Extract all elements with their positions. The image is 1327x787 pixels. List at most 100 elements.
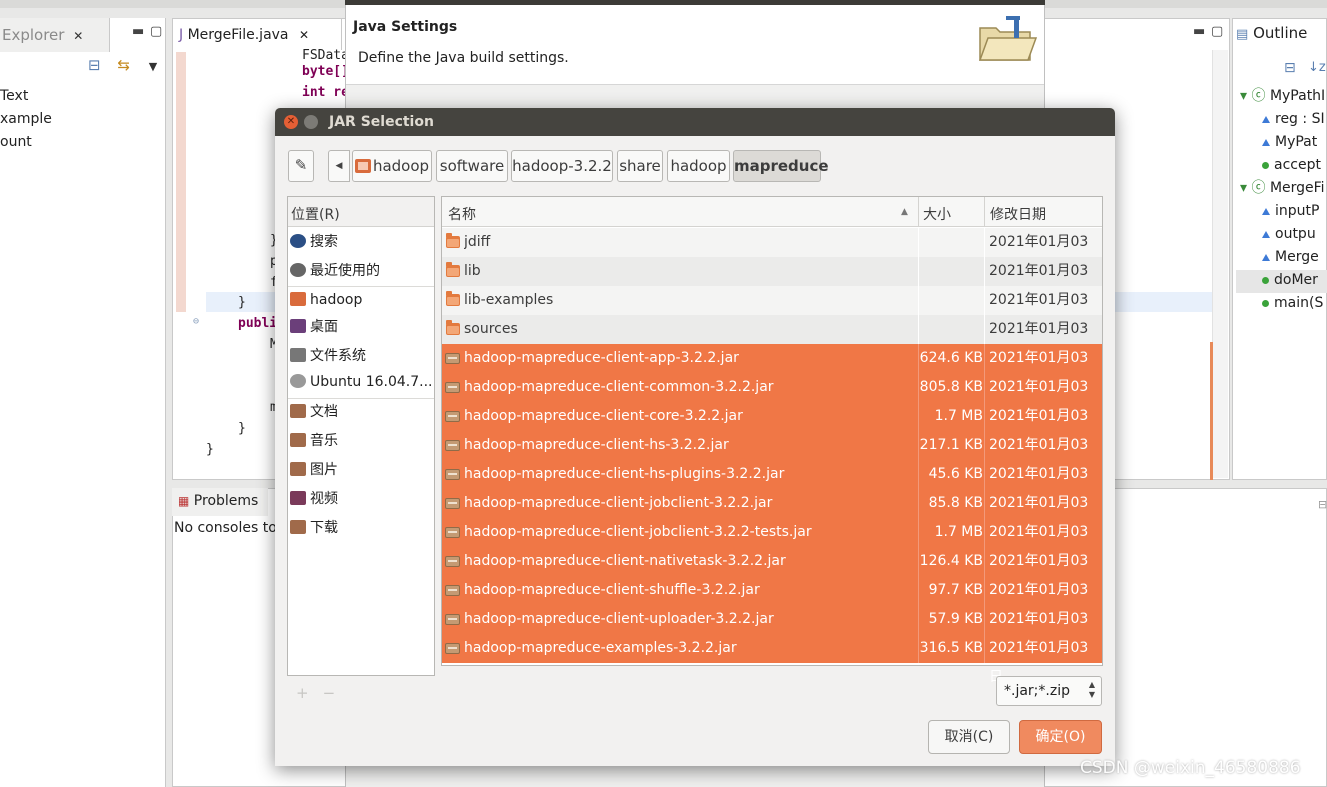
file-row[interactable]: jdiff2021年01月03日	[442, 228, 1102, 279]
jar-file-icon	[445, 614, 460, 625]
place-item[interactable]: 最近使用的	[290, 260, 380, 284]
file-row[interactable]: hadoop-mapreduce-examples-3.2.2.jar 316.5…	[442, 634, 1102, 685]
file-row[interactable]: hadoop-mapreduce-client-jobclient-3.2.2.…	[442, 489, 1102, 540]
file-name: hadoop-mapreduce-client-app-3.2.2.jar	[464, 350, 739, 366]
sort-ascending-icon: ▲	[901, 207, 908, 217]
file-row[interactable]: hadoop-mapreduce-client-app-3.2.2.jar 624…	[442, 344, 1102, 395]
place-item[interactable]: 视频	[290, 488, 338, 512]
place-item[interactable]: 图片	[290, 459, 338, 483]
place-item[interactable]: 文档	[290, 401, 338, 425]
outline-item-label: accept	[1274, 157, 1321, 173]
outline-item[interactable]: accept	[1236, 155, 1327, 178]
close-icon[interactable]: ✕	[284, 115, 298, 129]
maximize-icon[interactable]: ▢	[150, 24, 162, 39]
outline-item[interactable]: doMer	[1236, 270, 1327, 293]
column-name[interactable]: 名称	[448, 204, 476, 224]
file-name: hadoop-mapreduce-client-jobclient-3.2.2-…	[464, 524, 812, 540]
file-row[interactable]: hadoop-mapreduce-client-uploader-3.2.2.j…	[442, 605, 1102, 656]
console-menu-icon[interactable]: ⊟	[1318, 498, 1327, 511]
breadcrumb-home[interactable]: hadoop	[352, 150, 432, 182]
file-row[interactable]: hadoop-mapreduce-client-hs-plugins-3.2.2…	[442, 460, 1102, 511]
file-row[interactable]: hadoop-mapreduce-client-core-3.2.2.jar 1.…	[442, 402, 1102, 453]
type-location-button[interactable]: ✎	[288, 150, 314, 182]
file-size: 97.7 KB	[928, 582, 983, 598]
close-icon[interactable]: ✕	[73, 29, 83, 43]
cell-divider	[918, 228, 919, 257]
file-name: lib	[464, 263, 481, 279]
fold-icon[interactable]: ⊖	[193, 316, 199, 327]
link-editor-icon[interactable]: ⇆	[117, 56, 130, 74]
file-row[interactable]: lib2021年01月03日	[442, 257, 1102, 308]
place-item[interactable]: 文件系统	[290, 345, 366, 369]
sort-icon[interactable]: ↓z	[1308, 60, 1326, 75]
place-label: 最近使用的	[310, 263, 380, 279]
explorer-item[interactable]: xample	[0, 109, 166, 132]
place-item[interactable]: 搜索	[290, 231, 338, 255]
code-line: byte[]	[302, 64, 349, 79]
file-name: hadoop-mapreduce-client-hs-plugins-3.2.2…	[464, 466, 785, 482]
path-back-button[interactable]: ◀	[328, 150, 350, 182]
outline-item[interactable]: MyPat	[1236, 132, 1327, 155]
outline-item[interactable]: reg : SI	[1236, 109, 1327, 132]
ok-button[interactable]: 确定(O)	[1019, 720, 1102, 754]
file-row[interactable]: hadoop-mapreduce-client-jobclient-3.2.2-…	[442, 518, 1102, 569]
remove-bookmark-icon[interactable]: −	[323, 684, 350, 702]
close-icon[interactable]: ✕	[299, 28, 309, 42]
tab-outline[interactable]: ▤ Outline	[1236, 24, 1307, 42]
explorer-item[interactable]: Text	[0, 86, 166, 109]
file-row[interactable]: hadoop-mapreduce-client-nativetask-3.2.2…	[442, 547, 1102, 598]
jar-file-icon	[445, 411, 460, 422]
outline-item[interactable]: ▾ ⓒ MergeFi	[1236, 178, 1327, 201]
search-icon	[290, 234, 306, 248]
place-item[interactable]: 桌面	[290, 316, 338, 340]
file-row[interactable]: lib-examples2021年01月03日	[442, 286, 1102, 337]
outline-item[interactable]: outpu	[1236, 224, 1327, 247]
cell-divider	[918, 286, 919, 315]
file-row[interactable]: hadoop-mapreduce-client-hs-3.2.2.jar 217.…	[442, 431, 1102, 482]
explorer-toolbar: ⊟ ⇆ ▼	[88, 56, 166, 78]
breadcrumb-segment[interactable]: mapreduce	[733, 150, 829, 182]
outline-item[interactable]: main(S	[1236, 293, 1327, 316]
column-size[interactable]: 大小	[923, 204, 951, 224]
file-filter-select[interactable]: *.jar;*.zip ▲ ▼	[996, 676, 1102, 706]
folder-open-icon	[978, 16, 1038, 61]
outline-item[interactable]: ▾ ⓒ MyPathI	[1236, 86, 1327, 109]
add-bookmark-icon[interactable]: +	[296, 684, 323, 702]
view-menu-icon[interactable]: ▼	[149, 60, 157, 73]
minimize-icon[interactable]	[304, 115, 318, 129]
explorer-tree: Text xample ount	[0, 86, 166, 155]
editor-scrollbar[interactable]	[1212, 50, 1228, 478]
cell-divider	[984, 605, 985, 634]
breadcrumb-segment[interactable]: share	[617, 150, 663, 182]
column-modified[interactable]: 修改日期	[990, 204, 1046, 224]
minimize-icon[interactable]: ▬	[1193, 24, 1205, 39]
file-row[interactable]: hadoop-mapreduce-client-shuffle-3.2.2.ja…	[442, 576, 1102, 627]
place-item[interactable]: 下载	[290, 517, 338, 541]
collapse-all-icon[interactable]: ⊟	[88, 56, 101, 74]
breadcrumb-segment[interactable]: hadoop	[667, 150, 730, 182]
outline-item[interactable]: inputP	[1236, 201, 1327, 224]
explorer-item[interactable]: ount	[0, 132, 166, 155]
cell-divider	[984, 489, 985, 518]
downloads-icon	[290, 520, 306, 534]
breadcrumb-segment[interactable]: software	[436, 150, 508, 182]
tab-explorer[interactable]: Explorer ✕	[0, 18, 110, 52]
file-row[interactable]: hadoop-mapreduce-client-common-3.2.2.jar…	[442, 373, 1102, 424]
place-item[interactable]: hadoop	[290, 289, 362, 313]
file-row[interactable]: sources2021年01月03日	[442, 315, 1102, 366]
outline-item[interactable]: Merge	[1236, 247, 1327, 270]
tab-problems[interactable]: ▦ Problems	[172, 488, 268, 516]
maximize-icon[interactable]: ▢	[1211, 24, 1223, 39]
file-name: hadoop-mapreduce-client-hs-3.2.2.jar	[464, 437, 729, 453]
cancel-button[interactable]: 取消(C)	[928, 720, 1010, 754]
jar-file-icon	[445, 585, 460, 596]
place-label: 图片	[310, 462, 338, 478]
breadcrumb-segment[interactable]: hadoop-3.2.2	[511, 150, 613, 182]
collapse-all-icon[interactable]: ⊟	[1284, 60, 1296, 76]
place-item[interactable]: 音乐	[290, 430, 338, 454]
file-name: hadoop-mapreduce-client-jobclient-3.2.2.…	[464, 495, 773, 511]
tab-mergefile-java[interactable]: J MergeFile.java ✕	[172, 18, 342, 50]
place-item[interactable]: Ubuntu 16.04.7...	[290, 371, 432, 395]
minimize-icon[interactable]: ▬	[132, 24, 144, 39]
outline-item-label: main(S	[1274, 295, 1324, 311]
